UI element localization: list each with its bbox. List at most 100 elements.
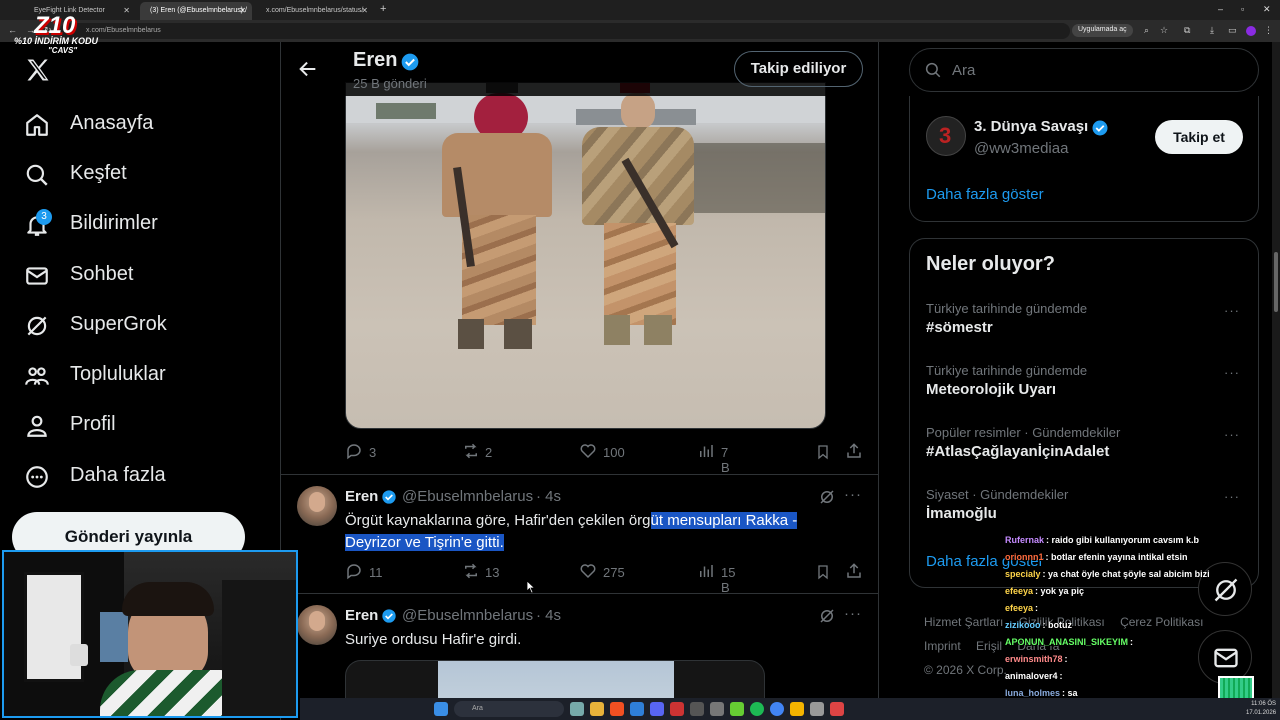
footer-link[interactable]: Erişil bbox=[976, 639, 1002, 653]
sidebar-icon[interactable]: ▭ bbox=[1228, 25, 1237, 36]
download-icon[interactable]: ⤓ bbox=[1210, 25, 1214, 36]
address-bar[interactable]: x.com/Ebuselmnbelarus bbox=[60, 23, 1070, 39]
share-icon[interactable] bbox=[845, 562, 863, 580]
tweet-photo[interactable] bbox=[345, 82, 826, 429]
following-button[interactable]: Takip ediliyor bbox=[734, 51, 863, 87]
app-icon[interactable] bbox=[710, 702, 724, 716]
chat-message: orionnn1: botlar efenin yayına intikal e… bbox=[1005, 549, 1265, 566]
browser-menu-icon[interactable]: ⋮ bbox=[1264, 25, 1273, 36]
tweet-handle[interactable]: @Ebuselmnbelarus bbox=[402, 607, 533, 624]
bookmark-star-icon[interactable]: ☆ bbox=[1160, 25, 1168, 36]
chrome-icon[interactable] bbox=[770, 702, 784, 716]
like-count: 100 bbox=[603, 445, 625, 460]
verified-badge-icon bbox=[382, 609, 396, 623]
webcam-overlay bbox=[2, 550, 298, 718]
windows-start-icon[interactable] bbox=[434, 702, 448, 716]
app-icon[interactable] bbox=[790, 702, 804, 716]
more-options-icon[interactable]: ··· bbox=[1224, 427, 1240, 442]
maximize-icon[interactable]: ▫ bbox=[1241, 4, 1244, 14]
profile-avatar[interactable] bbox=[1246, 26, 1256, 36]
suggested-account-handle[interactable]: @ww3mediaa bbox=[974, 140, 1068, 157]
chat-text: : bbox=[1130, 637, 1134, 647]
tab-profile[interactable]: (3) Eren (@Ebuselmnbelarus) / ✕ bbox=[140, 2, 252, 20]
nav-label: Daha fazla bbox=[70, 464, 166, 486]
open-in-app-button[interactable]: Uygulamada aç bbox=[1072, 24, 1133, 37]
show-more-link[interactable]: Daha fazla göster bbox=[926, 186, 1044, 203]
trend-context: Siyaset · Gündemdekiler bbox=[926, 487, 1069, 502]
nav-item-chat[interactable]: Sohbet bbox=[20, 257, 260, 297]
more-options-icon[interactable]: ··· bbox=[844, 605, 862, 622]
webcam-chair bbox=[222, 580, 296, 716]
close-window-icon[interactable]: ✕ bbox=[1263, 4, 1271, 15]
widgets-icon[interactable] bbox=[570, 702, 584, 716]
nav-item-communities[interactable]: Topluluklar bbox=[20, 357, 260, 397]
app-icon[interactable] bbox=[810, 702, 824, 716]
bookmark-icon[interactable] bbox=[815, 563, 831, 581]
footer-link[interactable]: Hizmet Şartları bbox=[924, 615, 1003, 629]
taskbar-search-label: Ara bbox=[472, 705, 483, 712]
app-icon[interactable] bbox=[730, 702, 744, 716]
tab-status[interactable]: x.com/Ebuselmnbelarus/status/✕ bbox=[256, 2, 374, 20]
x-logo-icon[interactable] bbox=[24, 56, 52, 84]
tweet-time[interactable]: · 4s bbox=[536, 607, 561, 624]
grok-icon[interactable] bbox=[818, 488, 836, 506]
close-tab-icon[interactable]: ✕ bbox=[123, 6, 130, 15]
scrollbar-thumb[interactable] bbox=[1274, 252, 1278, 312]
trend-item[interactable]: Türkiye tarihinde gündemde Meteorolojik … bbox=[910, 363, 1258, 425]
more-options-icon[interactable]: ··· bbox=[1224, 303, 1240, 318]
close-tab-icon[interactable]: ✕ bbox=[361, 6, 368, 15]
trend-context: Popüler resimler · Gündemdekiler bbox=[926, 425, 1121, 440]
app-icon[interactable] bbox=[690, 702, 704, 716]
more-options-icon[interactable]: ··· bbox=[1224, 365, 1240, 380]
zoom-icon[interactable]: ⌕ bbox=[1144, 25, 1149, 36]
nav-item-supergrok[interactable]: SuperGrok bbox=[20, 307, 260, 347]
more-options-icon[interactable]: ··· bbox=[1224, 489, 1240, 504]
clock-date: 17.01.2026 bbox=[1246, 710, 1277, 716]
nav-item-notifications[interactable]: Bildirimler bbox=[20, 206, 260, 246]
taskbar-clock[interactable]: 11:06 ÖS 17.01.2026 bbox=[1246, 700, 1276, 718]
bookmark-icon[interactable] bbox=[815, 443, 831, 461]
trend-name: #AtlasÇağlayanİçinAdalet bbox=[926, 443, 1110, 460]
trend-item[interactable]: Türkiye tarihinde gündemde #sömestr ··· bbox=[910, 301, 1258, 363]
chat-message: Rufernak: raido gibi kullanıyorum cavsım… bbox=[1005, 532, 1265, 549]
new-tab-icon[interactable]: + bbox=[380, 3, 386, 15]
more-options-icon[interactable]: ··· bbox=[844, 486, 862, 503]
tweet-author-name[interactable]: Eren bbox=[345, 607, 378, 624]
discord-icon[interactable] bbox=[650, 702, 664, 716]
tweet-handle[interactable]: @Ebuselmnbelarus bbox=[402, 488, 533, 505]
extensions-icon[interactable]: ⧉ bbox=[1184, 25, 1190, 36]
close-tab-icon[interactable]: ✕ bbox=[239, 6, 246, 15]
nav-item-home[interactable]: Anasayfa bbox=[20, 106, 260, 146]
store-icon[interactable] bbox=[610, 702, 624, 716]
page-scrollbar[interactable] bbox=[1272, 42, 1280, 720]
nav-item-explore[interactable]: Keşfet bbox=[20, 156, 260, 196]
grok-icon[interactable] bbox=[818, 607, 836, 625]
spotify-icon[interactable] bbox=[750, 702, 764, 716]
avatar[interactable] bbox=[297, 605, 337, 645]
profile-header: Eren 25 B gönderi Takip ediliyor bbox=[281, 42, 878, 96]
app-icon[interactable] bbox=[630, 702, 644, 716]
profile-name: Eren bbox=[353, 49, 398, 71]
search-input[interactable]: Ara bbox=[909, 48, 1259, 92]
app-icon[interactable] bbox=[830, 702, 844, 716]
minimize-icon[interactable]: – bbox=[1218, 4, 1223, 14]
tweet-author-name[interactable]: Eren bbox=[345, 488, 378, 505]
chat-message: zizikooo: botuz bbox=[1005, 617, 1265, 634]
back-arrow-icon[interactable] bbox=[297, 58, 319, 80]
app-icon[interactable] bbox=[670, 702, 684, 716]
mail-icon bbox=[26, 267, 48, 285]
nav-item-more[interactable]: Daha fazla bbox=[20, 458, 260, 498]
footer-link[interactable]: Imprint bbox=[924, 639, 961, 653]
tweet-text-selected: Deyrizor ve Tişrin'e gitti. bbox=[345, 534, 504, 551]
taskbar-search[interactable]: Ara bbox=[454, 701, 564, 717]
suggested-account-name[interactable]: 3. Dünya Savaşı bbox=[974, 118, 1088, 135]
trend-item[interactable]: Popüler resimler · Gündemdekiler #AtlasÇ… bbox=[910, 425, 1258, 487]
nav-label: Sohbet bbox=[70, 263, 134, 285]
file-explorer-icon[interactable] bbox=[590, 702, 604, 716]
tweet-time[interactable]: · 4s bbox=[536, 488, 561, 505]
follow-button[interactable]: Takip et bbox=[1155, 120, 1243, 154]
share-icon[interactable] bbox=[845, 442, 863, 460]
nav-item-profile[interactable]: Profil bbox=[20, 407, 260, 447]
avatar[interactable] bbox=[297, 486, 337, 526]
avatar[interactable]: 3 bbox=[926, 116, 966, 156]
